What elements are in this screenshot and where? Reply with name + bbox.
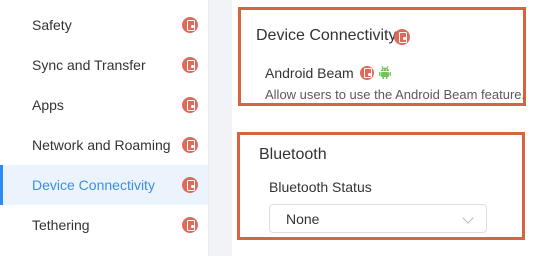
- phone-policy-icon: [182, 177, 198, 193]
- divider-line: [208, 0, 209, 256]
- phone-policy-icon: [182, 137, 198, 153]
- sidebar-item-label: Sync and Transfer: [32, 57, 146, 73]
- section-title: Bluetooth: [259, 146, 327, 163]
- bluetooth-status-label: Bluetooth Status: [269, 179, 372, 195]
- panel-divider: [208, 0, 232, 256]
- sidebar-item-label: Safety: [32, 17, 72, 33]
- sidebar-item-label: Network and Roaming: [32, 137, 171, 153]
- sidebar-item-sync-and-transfer[interactable]: Sync and Transfer: [0, 45, 208, 85]
- device-connectivity-section: Device Connectivity Android Beam Allow u…: [238, 7, 526, 106]
- sidebar-item-label: Device Connectivity: [32, 177, 155, 193]
- chevron-down-icon: [462, 212, 474, 224]
- sidebar-item-label: Apps: [32, 97, 64, 113]
- sidebar-item-label: Tethering: [32, 217, 90, 233]
- sidebar-item-network-and-roaming[interactable]: Network and Roaming: [0, 125, 208, 165]
- section-title: Device Connectivity: [256, 27, 397, 44]
- phone-policy-icon: [182, 17, 198, 33]
- phone-policy-icon: [360, 66, 374, 80]
- phone-policy-icon: [182, 57, 198, 73]
- android-icon: [379, 65, 391, 79]
- android-beam-label: Android Beam: [265, 65, 354, 81]
- sidebar-item-safety[interactable]: Safety: [0, 5, 208, 45]
- bluetooth-section: Bluetooth Bluetooth Status None: [237, 132, 525, 240]
- phone-policy-icon: [182, 217, 198, 233]
- phone-policy-icon: [182, 97, 198, 113]
- sidebar-item-apps[interactable]: Apps: [0, 85, 208, 125]
- sidebar-item-device-connectivity[interactable]: Device Connectivity: [0, 165, 208, 205]
- select-value: None: [286, 211, 320, 227]
- sidebar-item-tethering[interactable]: Tethering: [0, 205, 208, 245]
- android-beam-description: Allow users to use the Android Beam feat…: [265, 87, 526, 102]
- bluetooth-status-select[interactable]: None: [269, 204, 487, 233]
- sidebar: Safety Sync and Transfer Apps Network an…: [0, 0, 208, 256]
- phone-policy-icon: [394, 29, 410, 45]
- active-indicator: [0, 165, 3, 205]
